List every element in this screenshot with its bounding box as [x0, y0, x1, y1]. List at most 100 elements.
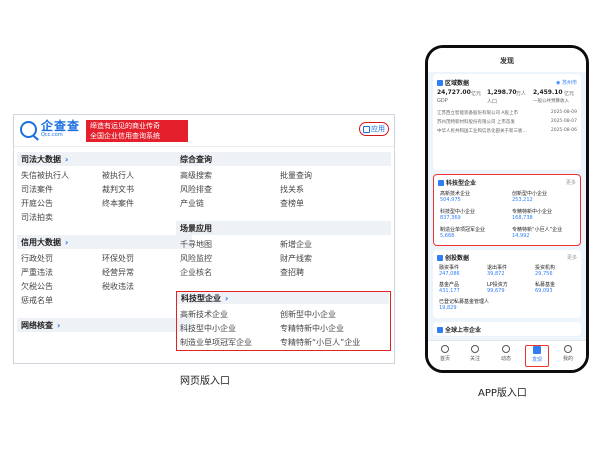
tab-follow[interactable]: 关注	[463, 345, 487, 367]
news-2-text[interactable]: 中华人民共和国工业和信息化部关于新三板…	[437, 128, 527, 134]
star-icon	[471, 345, 479, 353]
link-judicial-2[interactable]: 司法案件	[21, 184, 53, 195]
section-comprehensive-title[interactable]: 综合查询	[176, 152, 391, 166]
venture-card-title-label: 创投数据	[445, 255, 470, 262]
qcc-logo[interactable]: 企查查 Qcc.com	[20, 120, 80, 138]
region-title-label: 区域数据	[445, 80, 470, 87]
link-credit-0[interactable]: 行政处罚	[21, 253, 53, 264]
venture-item-2-value: 29,756	[535, 271, 553, 277]
venture-item-4-value: 99,679	[487, 288, 505, 294]
venture-more-link[interactable]: 更多	[567, 254, 577, 261]
link-credit-3[interactable]: 经营异常	[102, 267, 134, 278]
link-judicial-6[interactable]: 司法拍卖	[21, 212, 53, 223]
web-header: 企查查 Qcc.com 缔造有远见的商业传奇 全国企业信用查询系统 应用	[14, 115, 394, 147]
tech-enterprise-card[interactable]: 科技型企业 更多 高新技术企业 504,975 创新型中小企业 253,212 …	[433, 174, 581, 246]
link-judicial-0[interactable]: 失信被执行人	[21, 170, 69, 181]
venture-item-4-label[interactable]: LP投资方	[487, 281, 508, 288]
link-credit-1[interactable]: 环保处罚	[102, 253, 134, 264]
listed-title-label: 全球上市企业	[445, 327, 482, 334]
link-credit-6[interactable]: 惩戒名单	[21, 295, 53, 306]
link-comprehensive-0[interactable]: 高级搜索	[180, 170, 212, 181]
link-tech-2[interactable]: 科技型中小企业	[180, 323, 236, 334]
link-scenario-5[interactable]: 查招聘	[280, 267, 304, 278]
region-title: 区域数据	[437, 78, 469, 87]
tech-more-link[interactable]: 更多	[566, 179, 576, 186]
globe-icon	[437, 326, 443, 333]
news-0-text[interactable]: 江苏西立智能装备股份有限公司 A股上市	[437, 110, 518, 116]
app-phone-frame: 发现 区域数据 ◉ 苏州市 24,727.00 亿元 GDP 1,298.70 …	[425, 45, 589, 373]
link-judicial-4[interactable]: 开庭公告	[21, 198, 53, 209]
link-judicial-5[interactable]: 终本案件	[102, 198, 134, 209]
venture-item-6-label[interactable]: 已登记私募基金管理人	[439, 298, 489, 305]
tech-item-1-value: 253,212	[512, 197, 533, 203]
user-icon	[564, 345, 572, 353]
venture-item-0-label[interactable]: 融资事件	[439, 264, 459, 271]
link-scenario-3[interactable]: 财产线索	[280, 253, 312, 264]
venture-item-1-value: 39,872	[487, 271, 505, 277]
link-tech-3[interactable]: 专精特新中小企业	[280, 323, 344, 334]
venture-item-6-value: 19,829	[439, 305, 457, 311]
venture-item-3-label[interactable]: 基金产品	[439, 281, 459, 288]
city-selector[interactable]: ◉ 苏州市	[556, 79, 577, 86]
section-network-title[interactable]: 网络核查 ›	[17, 318, 192, 332]
section-tech-label: 科技型企业	[181, 293, 221, 303]
link-scenario-0[interactable]: 千寻地图	[180, 239, 212, 250]
city-label: 苏州市	[561, 80, 577, 86]
venture-icon	[437, 254, 443, 261]
link-comprehensive-5[interactable]: 查榜单	[280, 198, 304, 209]
tab-discover[interactable]: 发现	[525, 345, 549, 367]
link-comprehensive-4[interactable]: 产业链	[180, 198, 204, 209]
tech-item-3-label[interactable]: 专精特新中小企业	[512, 208, 552, 215]
section-tech-title[interactable]: 科技型企业 ›	[177, 292, 389, 304]
link-credit-5[interactable]: 税收违法	[102, 281, 134, 292]
tab-mine[interactable]: 我的	[556, 345, 580, 367]
tech-item-1-label[interactable]: 创新型中小企业	[512, 190, 547, 197]
link-credit-4[interactable]: 欠税公告	[21, 281, 53, 292]
section-credit-title[interactable]: 信用大数据 ›	[17, 235, 192, 249]
tech-item-2-label[interactable]: 科技型中小企业	[440, 208, 475, 215]
news-1-date: 2025-08-07	[550, 119, 577, 124]
link-comprehensive-2[interactable]: 风险排查	[180, 184, 212, 195]
stat-1-value: 1,298.70	[487, 89, 517, 96]
location-pin-icon: ◉	[556, 80, 561, 86]
link-tech-4[interactable]: 制造业单项冠军企业	[180, 337, 252, 348]
chevron-right-icon: ›	[65, 154, 69, 164]
section-judicial-title[interactable]: 司法大数据 ›	[17, 152, 192, 166]
tech-item-4-label[interactable]: 制造业单项冠军企业	[440, 226, 485, 233]
link-tech-1[interactable]: 创新型中小企业	[280, 309, 336, 320]
bell-icon	[502, 345, 510, 353]
venture-item-5-label[interactable]: 私募基金	[535, 281, 555, 288]
venture-item-1-label[interactable]: 退出事件	[487, 264, 507, 271]
logo-name: 企查查	[41, 119, 81, 133]
link-tech-0[interactable]: 高新技术企业	[180, 309, 228, 320]
link-judicial-3[interactable]: 裁判文书	[102, 184, 134, 195]
link-comprehensive-3[interactable]: 找关系	[280, 184, 304, 195]
section-scenario-title[interactable]: 场景应用	[176, 221, 391, 235]
tab-home[interactable]: 首页	[433, 345, 457, 367]
link-credit-2[interactable]: 严重违法	[21, 267, 53, 278]
link-scenario-4[interactable]: 企业核名	[180, 267, 212, 278]
chevron-right-icon: ›	[57, 320, 61, 330]
link-scenario-2[interactable]: 风险监控	[180, 253, 212, 264]
app-button[interactable]: 应用	[359, 122, 389, 136]
app-title: 发现	[428, 48, 586, 72]
web-entry-panel: 企查查 Qcc.com 缔造有远见的商业传奇 全国企业信用查询系统 应用 司法大…	[13, 114, 395, 364]
listed-card[interactable]: 全球上市企业	[433, 322, 581, 336]
link-tech-5[interactable]: 专精特新“小巨人”企业	[280, 337, 360, 348]
venture-card[interactable]: 创投数据 更多 融资事件 247,086 退出事件 39,872 投资机构 29…	[433, 250, 581, 318]
tab-discover-label: 发现	[531, 357, 542, 363]
region-card[interactable]: 区域数据 ◉ 苏州市 24,727.00 亿元 GDP 1,298.70 万人 …	[433, 74, 581, 170]
tech-item-5-label[interactable]: 专精特新“小巨人”企业	[512, 226, 562, 233]
logo-domain: Qcc.com	[41, 132, 63, 138]
tech-item-0-value: 504,975	[440, 197, 461, 203]
news-1-text[interactable]: 苏州茂特新材料股份有限公司 上市首发	[437, 119, 515, 125]
link-scenario-1[interactable]: 新增企业	[280, 239, 312, 250]
link-judicial-1[interactable]: 被执行人	[102, 170, 134, 181]
link-comprehensive-1[interactable]: 批量查询	[280, 170, 312, 181]
tab-feed[interactable]: 动态	[494, 345, 518, 367]
venture-item-2-label[interactable]: 投资机构	[535, 264, 555, 271]
stat-2-unit: 亿元	[564, 91, 575, 97]
news-2-date: 2025-08-06	[550, 128, 577, 133]
stat-0-value: 24,727.00	[437, 89, 471, 96]
tech-item-0-label[interactable]: 高新技术企业	[440, 190, 470, 197]
